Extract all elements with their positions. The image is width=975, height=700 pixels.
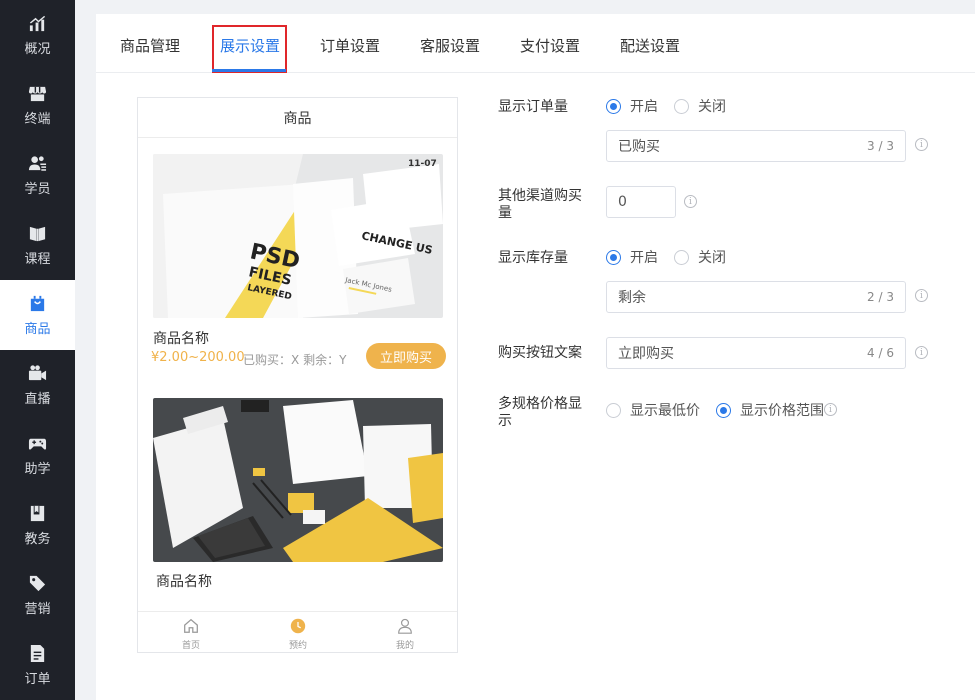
char-counter: 2 / 3 — [867, 290, 894, 304]
show-stock-off-radio[interactable]: 关闭 — [674, 247, 726, 267]
mobile-preview: 商品 PSD FILES LAYERED CHANGE US 11-07 Jac… — [137, 97, 458, 653]
preview-tab-home[interactable]: 首页 — [161, 617, 221, 651]
info-icon[interactable]: i — [824, 403, 837, 416]
sidebar-item-label: 直播 — [24, 392, 51, 407]
sidebar-item-label: 课程 — [24, 252, 51, 267]
preview-tab-booking[interactable]: 预约 — [268, 617, 328, 651]
tab-payment-settings[interactable]: 支付设置 — [520, 35, 580, 56]
tab-customer-service-settings[interactable]: 客服设置 — [420, 35, 480, 56]
sidebar: 概况 终端 学员 课程 商品 直播 助学 教务 营销 订单 — [0, 0, 75, 700]
sidebar-item-label: 商品 — [24, 322, 51, 337]
sidebar-item-products[interactable]: 商品 — [0, 280, 75, 350]
chart-icon — [28, 13, 48, 33]
sidebar-item-label: 订单 — [24, 672, 51, 687]
lowest-price-radio[interactable]: 显示最低价 — [606, 400, 700, 420]
sidebar-item-study-aid[interactable]: 助学 — [0, 420, 75, 490]
sidebar-item-terminal[interactable]: 终端 — [0, 70, 75, 140]
sidebar-item-label: 营销 — [24, 602, 51, 617]
show-order-count-on-radio[interactable]: 开启 — [606, 96, 658, 116]
sidebar-item-academic[interactable]: 教务 — [0, 490, 75, 560]
clock-icon — [290, 618, 306, 634]
document-icon — [28, 643, 48, 663]
info-icon[interactable]: i — [915, 138, 928, 151]
sidebar-item-orders[interactable]: 订单 — [0, 630, 75, 700]
tag-icon — [28, 573, 48, 593]
users-icon — [28, 153, 48, 173]
preview-header: 商品 — [138, 98, 457, 138]
tab-product-management[interactable]: 商品管理 — [120, 35, 180, 56]
sidebar-item-courses[interactable]: 课程 — [0, 210, 75, 280]
product-image: PSD FILES LAYERED CHANGE US 11-07 Jack M… — [153, 154, 443, 318]
product-name: 商品名称 — [153, 331, 209, 347]
notebook-icon — [28, 503, 48, 523]
sidebar-item-label: 学员 — [24, 182, 51, 197]
product-name: 商品名称 — [156, 574, 212, 590]
home-icon — [184, 618, 198, 633]
user-icon — [398, 618, 412, 634]
info-icon[interactable]: i — [684, 195, 697, 208]
tab-delivery-settings[interactable]: 配送设置 — [620, 35, 680, 56]
price-range-radio[interactable]: 显示价格范围 — [716, 400, 824, 420]
buy-button-text-label: 购买按钮文案 — [498, 345, 582, 361]
show-order-count-off-radio[interactable]: 关闭 — [674, 96, 726, 116]
sidebar-item-label: 教务 — [24, 532, 51, 547]
show-stock-label: 显示库存量 — [498, 250, 568, 266]
active-tab-indicator — [212, 69, 286, 72]
tab-highlight-box — [212, 25, 287, 73]
sidebar-item-label: 概况 — [24, 42, 51, 57]
product-price: ¥2.00~200.00 — [151, 350, 245, 365]
tab-order-settings[interactable]: 订单设置 — [320, 35, 380, 56]
multi-spec-price-label: 多规格价格显示 — [498, 396, 582, 429]
sidebar-item-label: 助学 — [24, 462, 51, 477]
buy-button-text-input[interactable]: 立即购买 4 / 6 — [606, 337, 906, 369]
info-icon[interactable]: i — [915, 289, 928, 302]
gamepad-icon — [28, 433, 48, 453]
stock-text-input[interactable]: 剩余 2 / 3 — [606, 281, 906, 313]
show-stock-on-radio[interactable]: 开启 — [606, 247, 658, 267]
char-counter: 3 / 3 — [867, 139, 894, 153]
show-order-count-label: 显示订单量 — [498, 99, 568, 115]
sidebar-item-label: 终端 — [24, 112, 51, 127]
main-panel: 商品管理 展示设置 订单设置 客服设置 支付设置 配送设置 商品 PSD FIL… — [96, 14, 975, 700]
product-image — [153, 398, 443, 562]
info-icon[interactable]: i — [915, 346, 928, 359]
sidebar-item-students[interactable]: 学员 — [0, 140, 75, 210]
char-counter: 4 / 6 — [867, 346, 894, 360]
sidebar-item-overview[interactable]: 概况 — [0, 0, 75, 70]
tab-bar: 商品管理 展示设置 订单设置 客服设置 支付设置 配送设置 — [96, 14, 975, 73]
svg-text:11-07: 11-07 — [408, 159, 437, 169]
other-channel-input[interactable]: 0 — [606, 186, 676, 218]
buy-now-button[interactable]: 立即购买 — [366, 343, 446, 369]
video-camera-icon — [28, 363, 48, 383]
preview-tab-bar: 首页 预约 我的 — [138, 611, 457, 652]
product-sales-info: 已购买：X 剩余：Y — [243, 353, 347, 367]
order-count-text-input[interactable]: 已购买 3 / 3 — [606, 130, 906, 162]
sidebar-item-marketing[interactable]: 营销 — [0, 560, 75, 630]
shopping-bag-icon — [28, 293, 48, 313]
store-icon — [28, 83, 48, 103]
book-icon — [28, 223, 48, 243]
other-channel-label: 其他渠道购买量 — [498, 188, 582, 221]
preview-tab-mine[interactable]: 我的 — [375, 617, 435, 651]
sidebar-item-live[interactable]: 直播 — [0, 350, 75, 420]
